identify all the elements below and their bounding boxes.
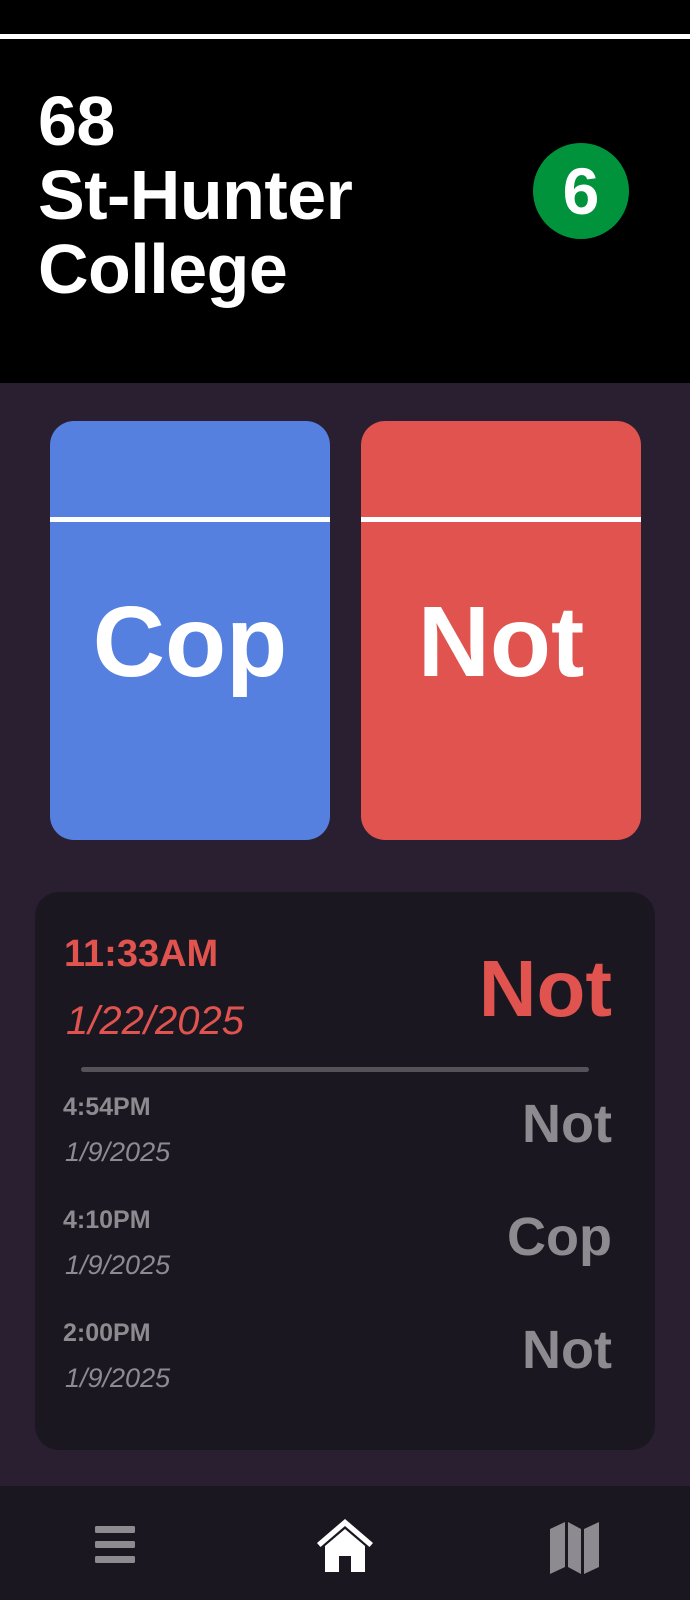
bottom-nav: [0, 1486, 690, 1600]
station-name-line-1: 68: [38, 82, 115, 160]
entry-time: 4:10PM: [63, 1206, 151, 1234]
latest-report-status: Not: [478, 944, 612, 1033]
station-name-line-2: St-Hunter: [38, 156, 353, 234]
map-icon: [550, 1522, 599, 1574]
not-button[interactable]: Not: [361, 421, 641, 840]
entry-time: 4:54PM: [63, 1093, 151, 1121]
entry-date: 1/9/2025: [65, 1363, 171, 1393]
entry-status: Cop: [507, 1207, 612, 1267]
nav-map-button[interactable]: [539, 1510, 609, 1580]
station-name-line-3: College: [38, 230, 288, 308]
route-bullet: 6: [533, 143, 629, 239]
latest-report-date: 1/22/2025: [66, 999, 244, 1043]
history-divider: [81, 1067, 589, 1072]
entry-date: 1/9/2025: [65, 1137, 171, 1167]
history-entry: 2:00PM 1/9/2025 Not: [35, 1318, 655, 1418]
cop-button-stripe: [50, 517, 330, 522]
nav-home-button[interactable]: [310, 1510, 380, 1580]
home-icon: [317, 1519, 373, 1572]
entry-date: 1/9/2025: [65, 1250, 171, 1280]
not-button-stripe: [361, 517, 641, 522]
report-history-card: 11:33AM 1/22/2025 Not 4:54PM 1/9/2025 No…: [35, 892, 655, 1450]
station-header: 68 St-Hunter College 6: [0, 0, 690, 383]
entry-time: 2:00PM: [63, 1319, 151, 1347]
cop-button-label: Cop: [92, 586, 288, 698]
nav-menu-button[interactable]: [80, 1510, 150, 1580]
header-divider: [0, 34, 690, 39]
history-entry: 4:10PM 1/9/2025 Cop: [35, 1205, 655, 1305]
entry-status: Not: [522, 1320, 612, 1380]
entry-status: Not: [522, 1094, 612, 1154]
not-button-label: Not: [417, 586, 585, 698]
history-entry: 4:54PM 1/9/2025 Not: [35, 1092, 655, 1192]
station-name: 68 St-Hunter College: [38, 84, 458, 306]
menu-icon: [95, 1526, 135, 1563]
latest-report-time: 11:33AM: [64, 933, 219, 975]
cop-button[interactable]: Cop: [50, 421, 330, 840]
